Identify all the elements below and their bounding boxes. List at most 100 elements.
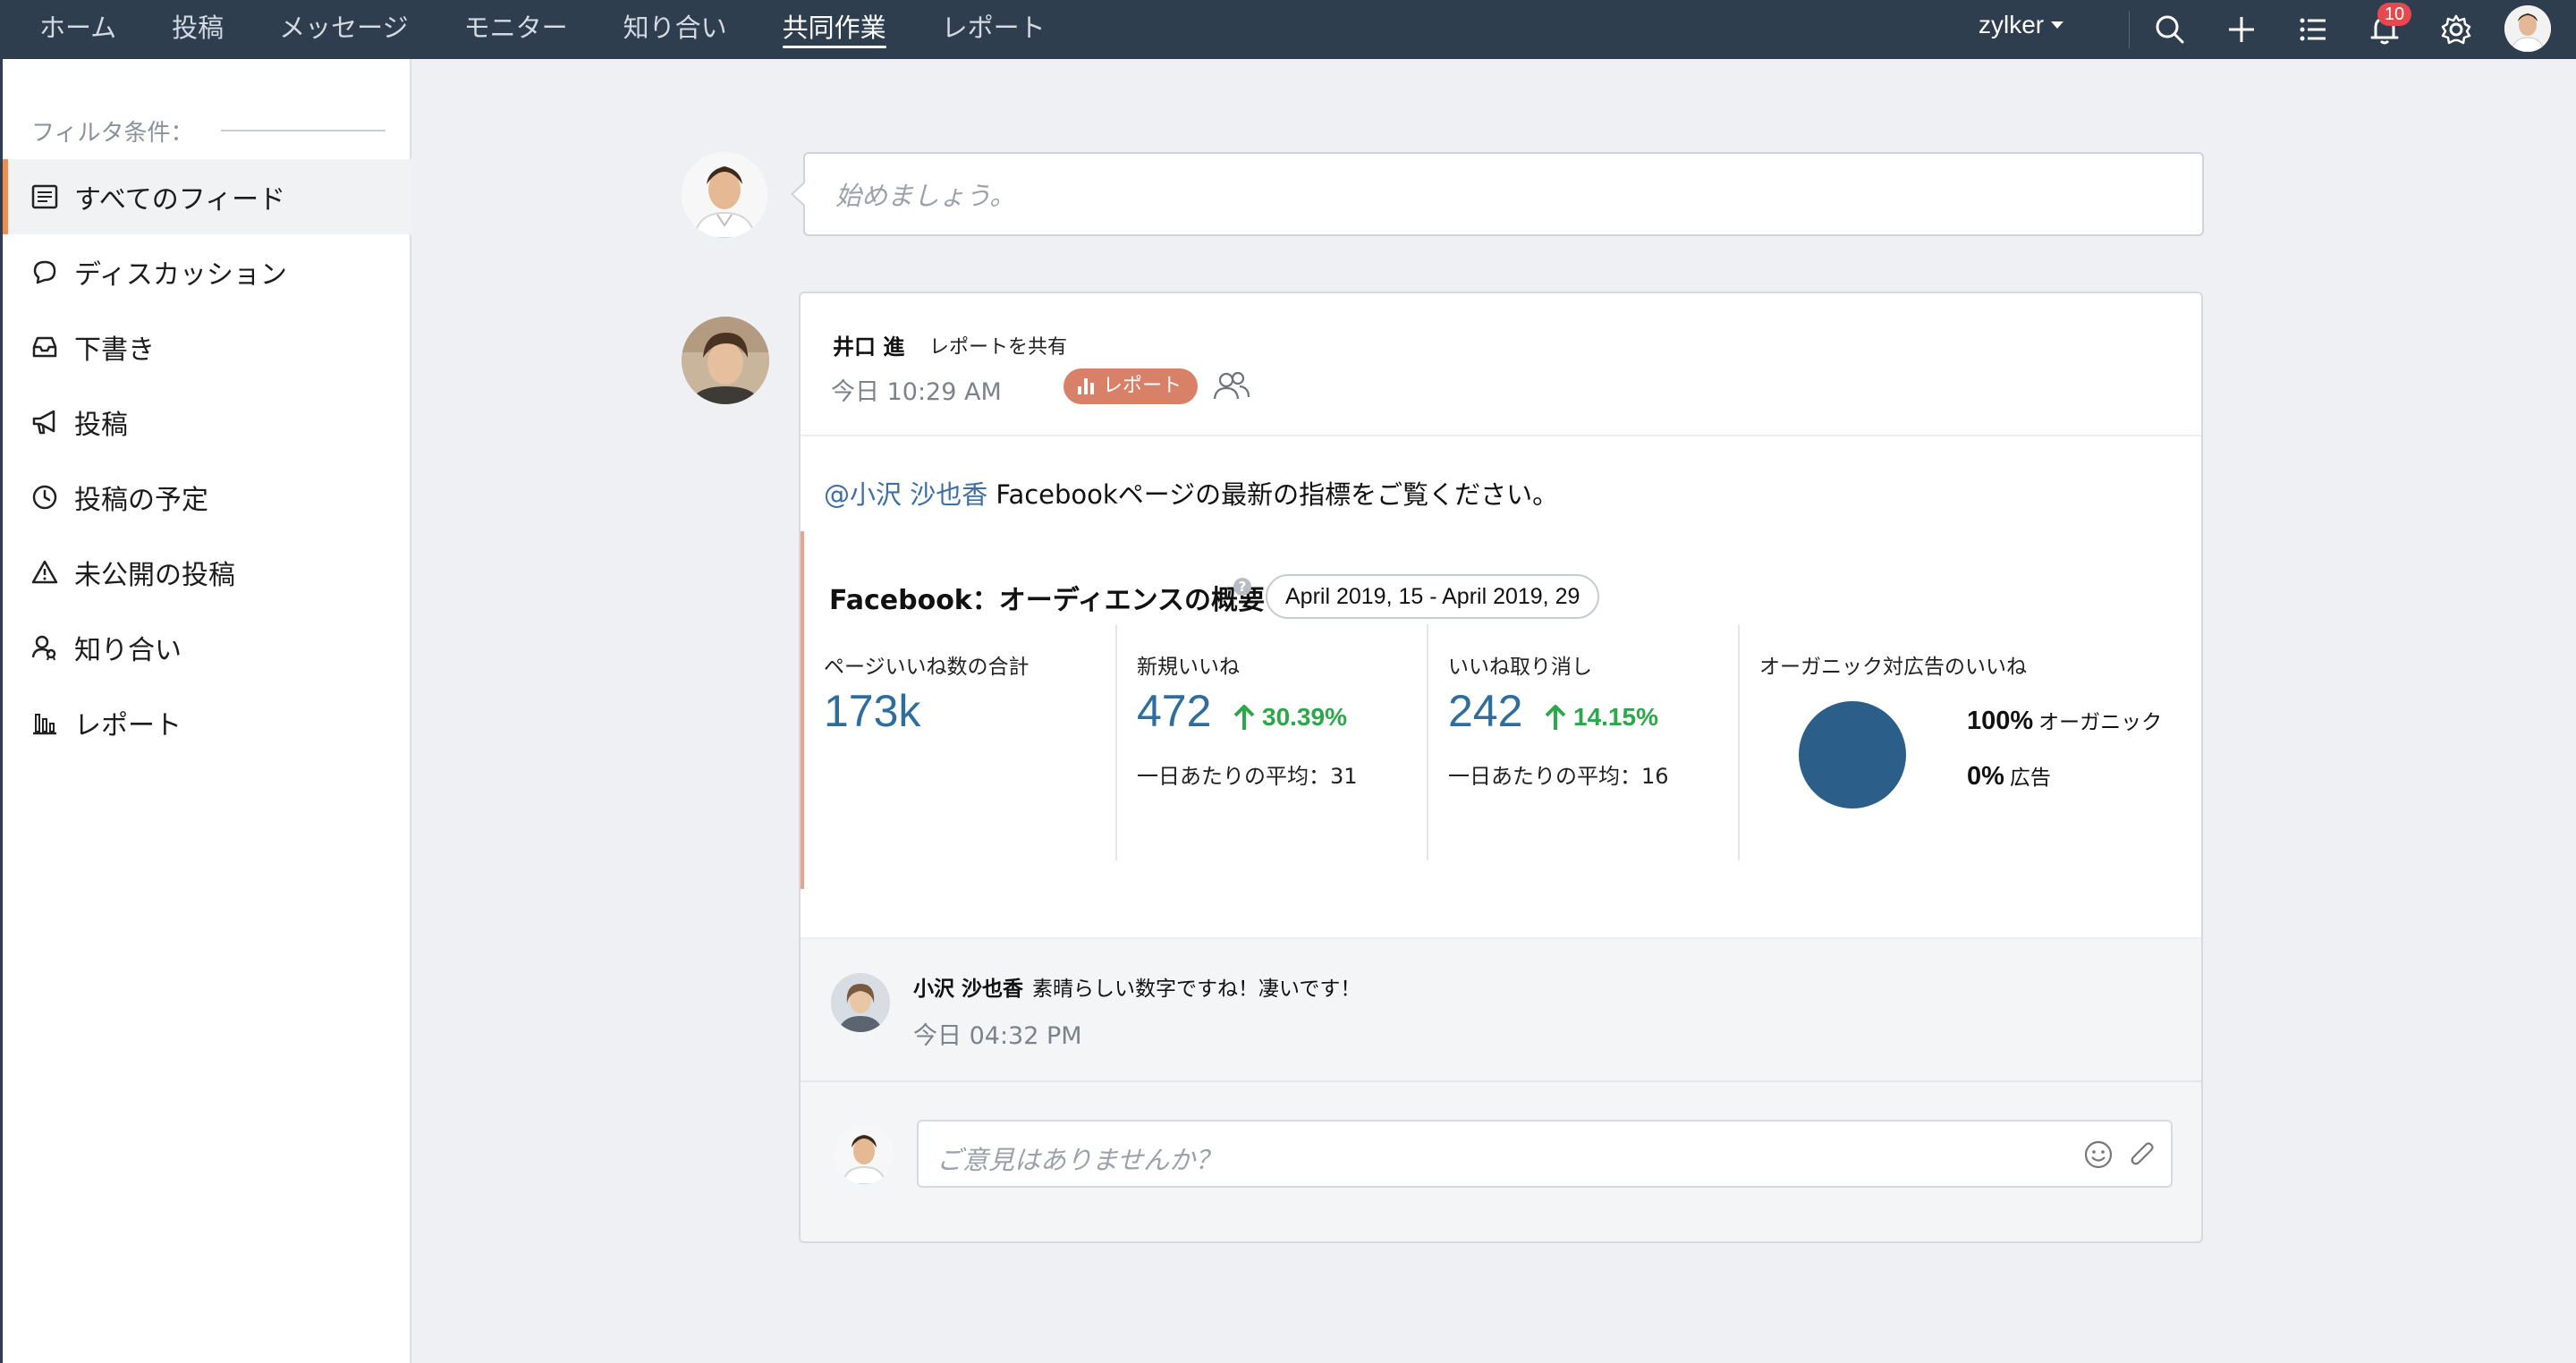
nav-divider — [2129, 11, 2130, 48]
nav-item-home[interactable]: ホーム — [39, 0, 116, 59]
nav-item-posts[interactable]: 投稿 — [172, 0, 224, 59]
report-title: Facebook：オーディエンスの概要 — [829, 585, 1266, 616]
legend-organic-label: オーガニック — [2038, 711, 2163, 734]
post-action: レポートを共有 — [929, 336, 1068, 359]
metric-new-likes: 新規いいね 472 30.39% 一日あたりの平均：31 — [1115, 624, 1427, 860]
notification-badge: 10 — [2377, 3, 2411, 26]
sidebar-item-label: ディスカッション — [74, 259, 287, 291]
post-message: @小沢 沙也香 Facebookページの最新の指標をご覧ください。 — [824, 474, 1558, 512]
post-card: 井口 進 レポートを共有 今日 10:29 AM レポート @小沢 沙也香 Fa… — [799, 292, 2203, 1243]
sidebar-item-label: 投稿の予定 — [74, 485, 208, 516]
metric-label: いいね取り消し — [1448, 656, 1592, 679]
legend-ads-label: 広告 — [2009, 766, 2051, 790]
sidebar-item-reports[interactable]: レポート — [3, 685, 411, 760]
nav-item-contacts[interactable]: 知り合い — [623, 0, 727, 59]
sidebar-item-scheduled[interactable]: 投稿の予定 — [3, 460, 411, 535]
bar-chart-icon — [1078, 378, 1094, 394]
search-icon[interactable] — [2152, 12, 2188, 47]
legend-organic: 100% オーガニック — [1967, 705, 2162, 736]
feed-icon — [31, 184, 58, 209]
comment-author-name[interactable]: 小沢 沙也香 — [913, 978, 1023, 1001]
pie-slice-organic — [1799, 701, 1906, 808]
sidebar-item-label: 知り合い — [74, 635, 182, 666]
clock-icon — [32, 485, 57, 510]
bar-chart-icon — [33, 714, 56, 735]
sidebar-item-label: レポート — [74, 710, 182, 741]
chevron-down-icon — [2051, 21, 2064, 29]
metric-change-value: 14.15% — [1573, 703, 1658, 731]
mention-link[interactable]: @小沢 沙也香 — [824, 479, 987, 510]
nav-item-collaboration[interactable]: 共同作業 — [782, 0, 886, 59]
top-navigation-bar: ホーム 投稿 メッセージ モニター 知り合い 共同作業 レポート zylker … — [0, 0, 2576, 59]
warning-icon — [31, 560, 58, 584]
metric-value: 472 — [1137, 686, 1212, 736]
sidebar-item-contacts[interactable]: 知り合い — [3, 610, 411, 685]
emoji-icon[interactable] — [2081, 1138, 2115, 1172]
metric-change: 14.15% — [1543, 703, 1658, 732]
comment-author: 小沢 沙也香 素晴らしい数字ですね！凄いです！ — [913, 971, 1360, 1002]
sidebar-item-unpublished[interactable]: 未公開の投稿 — [3, 535, 411, 610]
post-message-text: Facebookページの最新の指標をご覧ください。 — [987, 479, 1559, 510]
chat-icon — [33, 260, 56, 284]
metric-value: 173k — [824, 686, 921, 736]
arrow-up-icon — [1545, 705, 1566, 730]
metric-label: オーガニック対広告のいいね — [1759, 656, 2027, 679]
sidebar-item-label: 投稿 — [74, 410, 128, 441]
card-divider — [801, 435, 2201, 436]
org-name: zylker — [1979, 11, 2045, 38]
list-icon[interactable] — [2295, 12, 2331, 47]
report-tag[interactable]: レポート — [1063, 368, 1199, 404]
sidebar-item-label: すべてのフィード — [74, 184, 286, 216]
add-icon[interactable] — [2224, 12, 2259, 47]
comment-text: 素晴らしい数字ですね！凄いです！ — [1032, 978, 1361, 1001]
metric-change-value: 30.39% — [1262, 703, 1347, 731]
reply-avatar — [835, 1125, 894, 1184]
people-icon[interactable] — [1212, 368, 1251, 404]
arrow-up-icon — [1233, 705, 1255, 730]
report-widget: Facebook：オーディエンスの概要 ? April 2019, 15 - A… — [801, 531, 2201, 889]
nav-item-monitor[interactable]: モニター — [464, 0, 568, 59]
sidebar-item-posts[interactable]: 投稿 — [3, 385, 411, 460]
metric-value: 242 — [1448, 686, 1523, 736]
metric-label: 新規いいね — [1137, 656, 1240, 679]
sidebar-item-discussions[interactable]: ディスカッション — [3, 234, 411, 309]
post-author[interactable]: 井口 進 — [833, 329, 904, 360]
reply-area: ご意見はありませんか？ — [801, 1080, 2201, 1241]
metric-label: ページいいね数の合計 — [824, 656, 1030, 679]
main-nav: ホーム 投稿 メッセージ モニター 知り合い 共同作業 レポート — [39, 0, 1101, 59]
reply-placeholder: ご意見はありませんか？ — [936, 1145, 1222, 1175]
date-range-pill[interactable]: April 2019, 15 - April 2019, 29 — [1266, 574, 1600, 619]
nav-item-reports[interactable]: レポート — [942, 0, 1046, 59]
sidebar-item-all-feeds[interactable]: すべてのフィード — [3, 159, 411, 234]
nav-right-tools: zylker — [1950, 0, 2576, 59]
comment-time: 今日 04:32 PM — [913, 1022, 1082, 1050]
paperclip-icon[interactable] — [2126, 1138, 2160, 1172]
gear-icon[interactable] — [2438, 12, 2474, 47]
legend-organic-pct: 100% — [1967, 707, 2034, 735]
org-switcher[interactable]: zylker — [1979, 11, 2064, 39]
help-icon[interactable]: ? — [1233, 578, 1251, 596]
user-avatar[interactable] — [2504, 5, 2551, 52]
composer-avatar — [682, 152, 767, 238]
inbox-icon — [32, 336, 57, 358]
post-time: 今日 10:29 AM — [831, 378, 1002, 406]
post-composer[interactable]: 始めましょう。 — [791, 152, 2204, 236]
metric-change: 30.39% — [1232, 703, 1347, 732]
legend-ads-pct: 0% — [1967, 762, 2004, 791]
filter-label: フィルタ条件： — [31, 120, 194, 147]
metric-total-likes: ページいいね数の合計 173k — [804, 624, 1115, 860]
legend-ads: 0% 広告 — [1967, 760, 2051, 792]
reply-input[interactable]: ご意見はありませんか？ — [917, 1120, 2173, 1188]
sidebar: フィルタ条件： すべてのフィード ディスカッション 下書き 投稿 投稿の予定 未… — [0, 59, 411, 1363]
megaphone-icon — [32, 410, 55, 435]
contacts-icon — [31, 635, 56, 661]
metric-average: 一日あたりの平均：31 — [1137, 764, 1358, 789]
nav-item-messages[interactable]: メッセージ — [279, 0, 408, 59]
author-avatar[interactable] — [682, 317, 769, 404]
sidebar-item-drafts[interactable]: 下書き — [3, 309, 411, 385]
metric-organic-vs-ads: オーガニック対広告のいいね 100% オーガニック 0% 広告 — [1738, 624, 2201, 860]
commenter-avatar[interactable] — [831, 973, 890, 1032]
metric-average: 一日あたりの平均：16 — [1448, 764, 1669, 789]
comment: 小沢 沙也香 素晴らしい数字ですね！凄いです！ 今日 04:32 PM — [801, 937, 2201, 1080]
filter-divider — [221, 130, 386, 131]
